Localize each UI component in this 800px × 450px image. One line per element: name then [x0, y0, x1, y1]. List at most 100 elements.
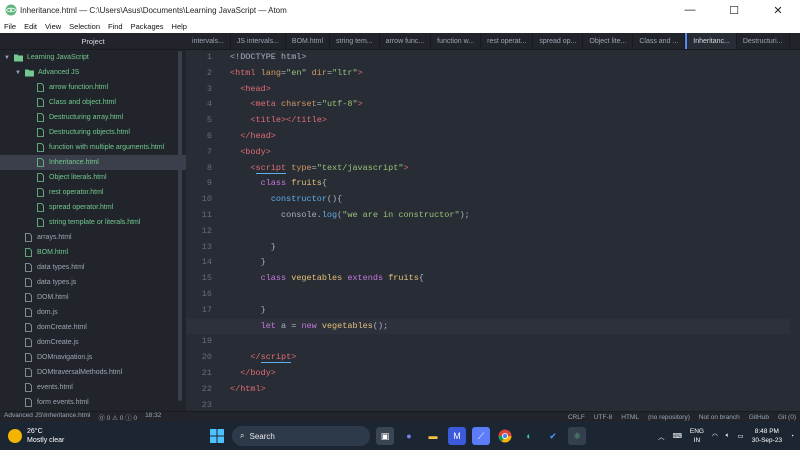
code-line: } [230, 304, 266, 315]
line-number: 16 [201, 288, 212, 299]
menu-packages[interactable]: Packages [127, 22, 168, 31]
taskbar-search[interactable]: ⌕ Search [232, 426, 370, 446]
chevron-up-icon[interactable]: ︿ [658, 431, 665, 441]
cursor-position[interactable]: 18:32 [145, 412, 161, 422]
file-explorer-icon[interactable]: ▬ [424, 427, 442, 445]
tree-item-label: Class and object.html [49, 99, 116, 106]
menu-bar: File Edit View Selection Find Packages H… [0, 20, 800, 33]
weather-widget[interactable]: 26°C Mostly clear [0, 427, 200, 445]
tab[interactable]: intervals... [186, 33, 231, 49]
keyboard-icon[interactable]: ⌨ [672, 432, 681, 440]
tab[interactable]: rest operat... [481, 33, 534, 49]
tab[interactable]: Object lite... [583, 33, 634, 49]
file-icon [24, 338, 33, 347]
tree-file[interactable]: arrays.html [0, 230, 186, 245]
tree-file[interactable]: Destructuring objects.html [0, 125, 186, 140]
branch-status[interactable]: Not on branch [699, 414, 740, 421]
project-header: Project [0, 33, 186, 50]
tree-file[interactable]: dom.js [0, 305, 186, 320]
tree-file[interactable]: BOM.html [0, 245, 186, 260]
volume-icon[interactable]: 🔈︎ [726, 432, 730, 440]
encoding[interactable]: UTF-8 [594, 414, 612, 421]
wifi-icon[interactable]: ◠ [712, 432, 718, 440]
clock-date: 30-Sep-23 [751, 437, 783, 444]
tree-file[interactable]: events.html [0, 380, 186, 395]
tree-item-label: Object literals.html [49, 174, 107, 181]
tree-file[interactable]: rest operator.html [0, 185, 186, 200]
atom-taskbar-icon[interactable]: ⚛ [568, 427, 586, 445]
file-tree: ▼ Learning JavaScript ▼ Advanced JS arrow fu… [0, 50, 186, 410]
menu-file[interactable]: File [0, 22, 20, 31]
tree-file[interactable]: DOM.html [0, 290, 186, 305]
github-button[interactable]: GitHub [749, 414, 769, 421]
tab[interactable]: arrow func... [380, 33, 432, 49]
edge-icon[interactable]: ◐ [520, 427, 538, 445]
code-content[interactable]: <!DOCTYPE html> <html lang="en" dir="ltr… [186, 50, 790, 411]
battery-icon[interactable]: ▭ [738, 432, 744, 440]
tree-file[interactable]: Inheritance.html [0, 155, 186, 170]
language-indicator[interactable]: ENG IN [690, 427, 704, 445]
file-icon [24, 248, 33, 257]
menu-find[interactable]: Find [104, 22, 127, 31]
tree-file[interactable]: domCreate.html [0, 320, 186, 335]
tree-file[interactable]: spread operator.html [0, 200, 186, 215]
menu-edit[interactable]: Edit [20, 22, 41, 31]
task-view-icon[interactable]: ▣ [376, 427, 394, 445]
tab[interactable]: BOM.html [286, 33, 331, 49]
tree-folder-advanced-js[interactable]: ▼ Advanced JS [0, 65, 186, 80]
code-editor[interactable]: 1234567891011121314151617181920212223 <!… [186, 50, 800, 411]
chat-icon[interactable]: ● [400, 427, 418, 445]
tree-scrollbar[interactable] [178, 51, 182, 401]
tab-active[interactable]: Inheritanc... [685, 33, 737, 49]
tree-file[interactable]: data types.html [0, 260, 186, 275]
tree-file[interactable]: DOMnavigation.js [0, 350, 186, 365]
line-number: 2 [206, 67, 212, 78]
tree-file[interactable]: domCreate.js [0, 335, 186, 350]
menu-help[interactable]: Help [168, 22, 191, 31]
git-button[interactable]: Git (0) [778, 414, 796, 421]
tree-file[interactable]: string template or literals.html [0, 215, 186, 230]
menu-view[interactable]: View [41, 22, 65, 31]
file-icon [36, 158, 45, 167]
tree-file[interactable]: form events.html [0, 395, 186, 410]
code-line: </body> [240, 367, 276, 378]
diagnostics-count[interactable]: ⓪ 0 ⚠ 0 ⓘ 0 [98, 412, 137, 422]
tree-file[interactable]: Class and object.html [0, 95, 186, 110]
close-button[interactable]: ✕ [756, 0, 800, 20]
tab[interactable]: Class and ... [633, 33, 686, 49]
chevron-down-icon[interactable]: ▼ [3, 55, 11, 61]
file-icon [24, 293, 33, 302]
app-icon[interactable]: ⟋ [472, 427, 490, 445]
line-ending[interactable]: CRLF [568, 414, 585, 421]
app-icon[interactable]: M [448, 427, 466, 445]
grammar[interactable]: HTML [621, 414, 639, 421]
minimize-button[interactable]: — [668, 0, 712, 20]
tree-file[interactable]: arrow function.html [0, 80, 186, 95]
tree-file[interactable]: Object literals.html [0, 170, 186, 185]
tree-file[interactable]: Destructuring array.html [0, 110, 186, 125]
chevron-down-icon[interactable]: ▼ [14, 70, 22, 76]
start-icon[interactable] [208, 427, 226, 445]
windows-taskbar: 26°C Mostly clear ⌕ Search ▣ ● ▬ M ⟋ ◐ ✔… [0, 422, 800, 450]
tree-file[interactable]: function with multiple arguments.html [0, 140, 186, 155]
todo-icon[interactable]: ✔ [544, 427, 562, 445]
clock[interactable]: 8:48 PM 30-Sep-23 [752, 427, 782, 445]
tab[interactable]: spread op... [533, 33, 584, 49]
maximize-button[interactable]: ☐ [712, 0, 756, 20]
notification-icon[interactable]: ◔ [790, 433, 794, 440]
tab[interactable]: JS intervals... [231, 33, 286, 49]
tree-file[interactable]: DOMtraversalMethods.html [0, 365, 186, 380]
line-number: 17 [201, 304, 212, 315]
file-path[interactable]: Advanced JS\Inheritance.html [4, 412, 90, 422]
tree-root-folder[interactable]: ▼ Learning JavaScript [0, 50, 186, 65]
chrome-icon[interactable] [496, 427, 514, 445]
tree-file[interactable]: data types.js [0, 275, 186, 290]
tab[interactable]: string tem... [330, 33, 380, 49]
menu-selection[interactable]: Selection [65, 22, 104, 31]
window-title: Inheritance.html — C:\Users\Asus\Documen… [20, 5, 287, 15]
code-line: <script type="text/javascript"> [250, 162, 409, 174]
tab[interactable]: Destructuri... [737, 33, 790, 49]
tab[interactable]: function w... [431, 33, 482, 49]
